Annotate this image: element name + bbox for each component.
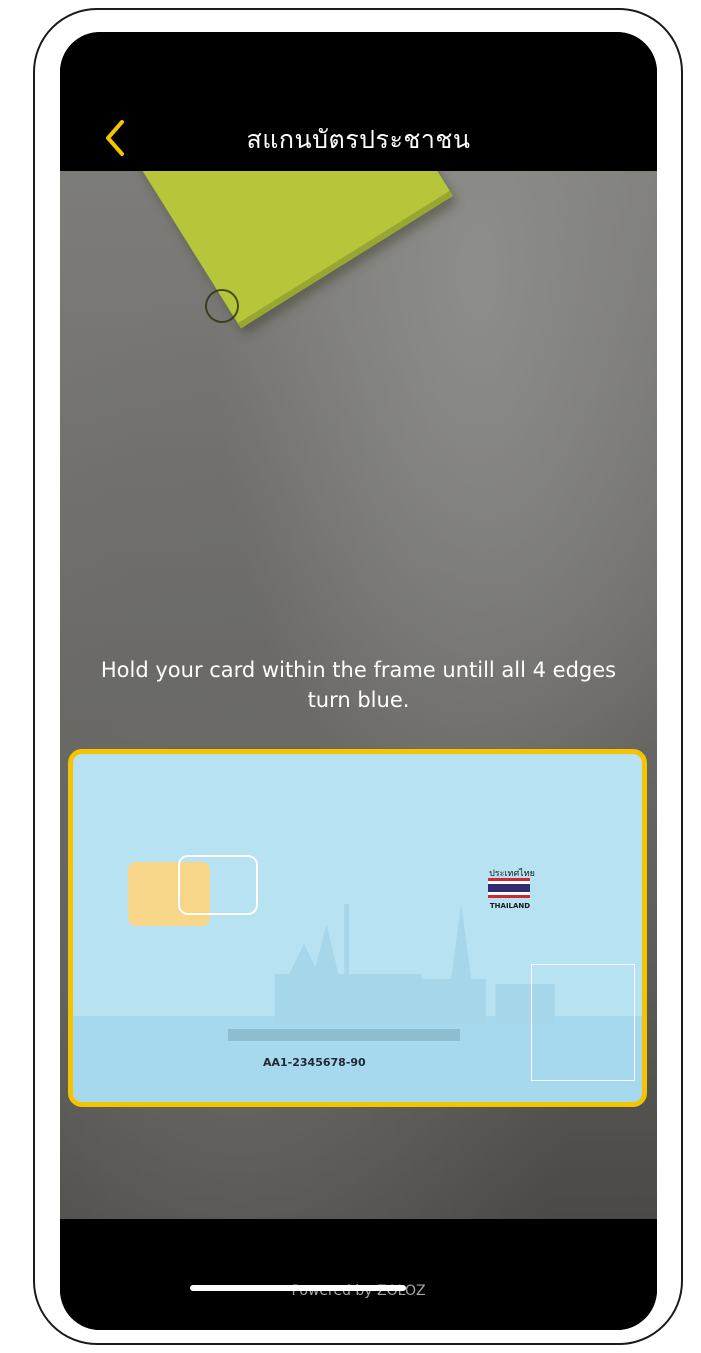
camera-preview: Hold your card within the frame untill a…	[60, 171, 657, 1219]
footer: Powered by ZOLOZ	[60, 1219, 657, 1330]
device-notch	[270, 40, 566, 78]
id-card-frame: ประเทศไทย THAILAND AA1-2345678-90	[68, 749, 647, 1107]
background-sticky-note	[137, 171, 453, 329]
home-indicator[interactable]	[190, 1285, 406, 1291]
thailand-flag-icon	[488, 878, 530, 898]
photo-detection-outline	[531, 964, 635, 1081]
country-name-english: THAILAND	[489, 902, 531, 910]
chip-detection-outline	[178, 855, 258, 915]
app-screen: สแกนบัตรประชาชน Hold your card within th…	[60, 32, 657, 1330]
card-number: AA1-2345678-90	[263, 1056, 366, 1069]
page-title: สแกนบัตรประชาชน	[246, 125, 471, 154]
card-barcode-strip	[228, 1029, 460, 1041]
scan-instruction: Hold your card within the frame untill a…	[100, 658, 617, 712]
